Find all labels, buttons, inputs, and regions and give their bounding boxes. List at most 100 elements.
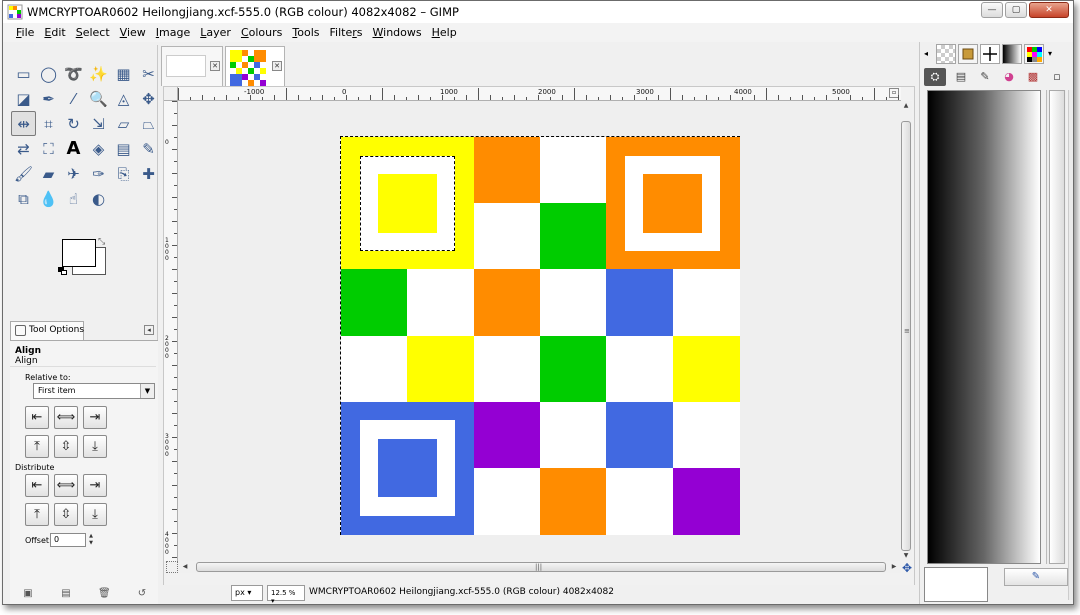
smudge-tool-button[interactable]: ☝ [61,186,86,211]
menu-filters[interactable]: Filters [325,23,368,42]
tab-gradients[interactable] [1002,44,1022,64]
vertical-scrollbar[interactable]: ▲ ≡ ▼ [900,101,912,561]
cage-tool-button[interactable]: ⛶ [36,136,61,161]
menu-colours[interactable]: Colours [236,23,287,42]
close-tab-icon[interactable]: ✕ [272,61,282,71]
scroll-right-icon[interactable]: ▶ [889,561,899,573]
distribute-right-button[interactable]: ⇥ [83,474,107,497]
airbrush-tool-button[interactable]: ✈ [61,161,86,186]
quick-mask-icon[interactable] [166,561,178,573]
menu-tools[interactable]: Tools [287,23,324,42]
navigate-icon[interactable]: ✥ [900,561,914,575]
select-by-color-tool-button[interactable]: ▦ [111,61,136,86]
distribute-middle-v-button[interactable]: ⇳ [54,503,78,526]
scroll-left-icon[interactable]: ◀ [180,561,190,573]
delete-options-icon[interactable]: 🗑 [98,588,111,600]
tab-history[interactable]: ▫ [1046,68,1068,86]
swap-colors-icon[interactable]: ⤡ [98,237,105,247]
heal-tool-button[interactable]: ✚ [136,161,161,186]
shear-tool-button[interactable]: ▱ [111,111,136,136]
zoom-tool-button[interactable]: 🔍 [86,86,111,111]
restore-options-icon[interactable]: ▤ [60,588,72,600]
horizontal-scroll-thumb[interactable]: ||| [196,562,886,572]
perspective-clone-tool-button[interactable]: ⧉ [11,186,36,211]
dodge-burn-tool-button[interactable]: ◐ [86,186,111,211]
edit-button[interactable]: ✎ [1004,568,1068,586]
relative-to-select[interactable]: First item ▼ [33,383,155,399]
scissors-tool-button[interactable]: ✂ [136,61,161,86]
image-tab-checker[interactable]: ✕ [225,46,285,86]
vertical-scroll-thumb[interactable]: ≡ [901,121,911,551]
tab-layers[interactable]: ⛭ [924,68,946,86]
paintbrush-tool-button[interactable]: 🖌 [11,161,36,186]
rotate-tool-button[interactable]: ↻ [61,111,86,136]
minimize-button[interactable]: — [981,2,1003,18]
move-tool-button[interactable]: ✥ [136,86,161,111]
menu-windows[interactable]: Windows [368,23,427,42]
pencil-tool-button[interactable]: ✎ [136,136,161,161]
tab-brush-tool[interactable]: ✎ [974,68,996,86]
tab-colors[interactable]: ◕ [998,68,1020,86]
vertical-ruler[interactable]: 0 1000 2000 3000 4000 [164,101,178,561]
ink-tool-button[interactable]: ✑ [86,161,111,186]
tab-fonts[interactable]: ▩ [1022,68,1044,86]
align-right-edge-button[interactable]: ⇥ [83,406,107,429]
image-canvas[interactable] [340,136,740,535]
distribute-top-button[interactable]: ⤒ [25,503,49,526]
horizontal-ruler[interactable]: ▫ -1000 0 1000 2000 3000 4000 5000 [178,87,901,101]
foreground-color-swatch[interactable] [62,239,96,267]
tab-tool-options[interactable]: Tool Options [10,321,84,340]
menu-help[interactable]: Help [427,23,462,42]
maximize-button[interactable]: ▢ [1005,2,1027,18]
tab-brushes[interactable] [958,44,978,64]
menu-view[interactable]: View [115,23,151,42]
horizontal-scrollbar[interactable]: ◀ ||| ▶ [178,561,901,573]
menu-layer[interactable]: Layer [195,23,236,42]
title-bar[interactable]: WMCRYPTOAR0602 Heilongjiang.xcf-555.0 (R… [3,1,1073,23]
tab-palettes[interactable] [1024,44,1044,64]
distribute-bottom-button[interactable]: ⤓ [83,503,107,526]
blend-tool-button[interactable]: ▤ [111,136,136,161]
bucket-fill-tool-button[interactable]: ◈ [86,136,111,161]
distribute-center-h-button[interactable]: ⟺ [54,474,78,497]
fuzzy-select-tool-button[interactable]: ✨ [86,61,111,86]
gradient-preview[interactable] [927,90,1041,564]
tab-patterns[interactable] [936,44,956,64]
perspective-tool-button[interactable]: ⏢ [136,111,161,136]
align-bottom-edge-button[interactable]: ⤓ [83,435,107,458]
reset-options-icon[interactable]: ↺ [136,588,148,600]
foreground-select-tool-button[interactable]: ◪ [11,86,36,111]
menu-edit[interactable]: Edit [39,23,70,42]
dock-config-icon[interactable]: ▾ [1048,44,1068,64]
ruler-corner[interactable] [164,87,178,101]
align-center-h-button[interactable]: ⟺ [54,406,78,429]
dock-color-preview[interactable] [924,567,988,602]
align-left-edge-button[interactable]: ⇤ [25,406,49,429]
panel-menu-icon[interactable]: ◂ [144,325,154,335]
free-select-tool-button[interactable]: ➰ [61,61,86,86]
close-button[interactable]: ✕ [1029,2,1069,18]
image-tab-blank[interactable]: ✕ [161,46,223,86]
scale-tool-button[interactable]: ⇲ [86,111,111,136]
clone-tool-button[interactable]: ⎘ [111,161,136,186]
default-colors-icon[interactable] [58,267,68,275]
measure-tool-button[interactable]: ◬ [111,86,136,111]
canvas-viewport[interactable] [178,101,901,561]
flip-tool-button[interactable]: ⇄ [11,136,36,161]
unit-select[interactable]: px ▾ [231,585,263,601]
offset-spinner[interactable]: ▲ ▼ [87,533,95,547]
rect-select-tool-button[interactable]: ▭ [11,61,36,86]
zoom-select[interactable]: 12.5 % ▾ [267,585,305,604]
menu-select[interactable]: Select [71,23,115,42]
tab-paths[interactable] [980,44,1000,64]
tab-channels[interactable]: ▤ [950,68,972,86]
eraser-tool-button[interactable]: ▰ [36,161,61,186]
blur-tool-button[interactable]: 💧 [36,186,61,211]
text-tool-button[interactable]: A [61,136,86,161]
crop-tool-button[interactable]: ⌗ [36,111,61,136]
align-top-edge-button[interactable]: ⤒ [25,435,49,458]
menu-file[interactable]: File [11,23,39,42]
align-tool-button[interactable]: ⇹ [11,111,36,136]
scroll-up-icon[interactable]: ▲ [900,101,912,111]
dock-scrollbar[interactable] [1068,90,1073,600]
